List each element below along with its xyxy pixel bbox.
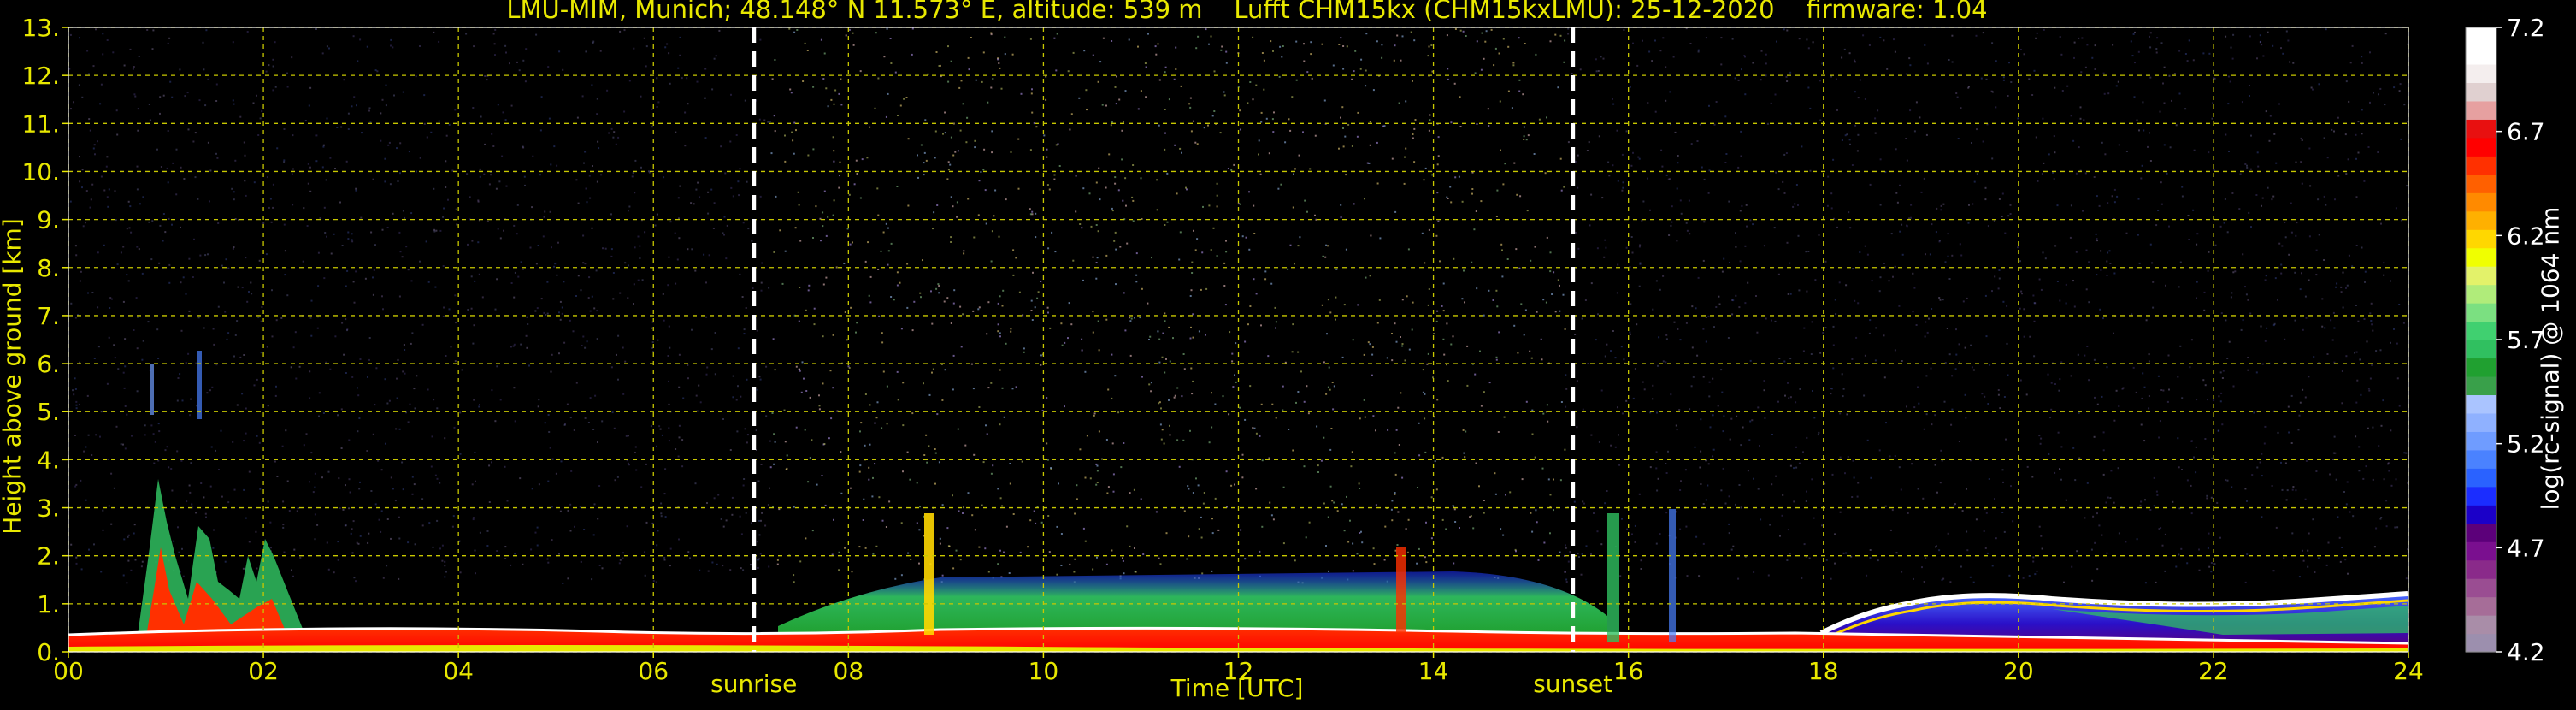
daytime-plume-0900 [924, 513, 934, 635]
colorbar-segment [2466, 82, 2496, 102]
evening-plume-1630 [1669, 509, 1676, 642]
colorbar-segment [2466, 449, 2496, 469]
colorbar-segment [2466, 523, 2496, 542]
colorbar-segment [2466, 45, 2496, 65]
y-tick-label: 4. [37, 446, 60, 474]
colorbar-segment [2466, 321, 2496, 340]
x-axis-label: Time [UTC] [1170, 674, 1304, 702]
x-tick-label: 24 [2393, 657, 2424, 685]
colorbar-segment [2466, 468, 2496, 488]
y-tick-label: 12. [21, 62, 60, 90]
y-tick-label: 2. [37, 542, 60, 571]
colorbar-segment [2466, 119, 2496, 139]
colorbar-tick-label: 7.2 [2507, 14, 2545, 42]
colorbar: 4.24.75.25.76.26.77.2 [2465, 14, 2545, 666]
colorbar-segment [2466, 247, 2496, 267]
colorbar-segment [2466, 559, 2496, 579]
colorbar-segment [2466, 303, 2496, 322]
y-tick-label: 10. [21, 157, 60, 186]
y-tick-label: 9. [37, 206, 60, 234]
chart-title: LMU-MIM, Munich; 48.148° N 11.573° E, al… [506, 0, 1988, 24]
colorbar-segment [2466, 431, 2496, 451]
colorbar-label: log(rc-signal) @ 1064 nm [2536, 206, 2565, 511]
colorbar-segment [2466, 266, 2496, 286]
colorbar-tick-label: 4.2 [2507, 638, 2545, 666]
y-tick-label: 7. [37, 302, 60, 330]
x-tick-label: 16 [1613, 657, 1644, 685]
colorbar-segment [2466, 578, 2496, 598]
evening-plume-1600 [1607, 513, 1619, 642]
colorbar-tick-label: 6.7 [2507, 118, 2545, 146]
plume-0140-high [197, 351, 202, 419]
x-tick-label: 06 [638, 657, 669, 685]
colorbar-tick-label: 4.7 [2507, 534, 2545, 562]
colorbar-segment [2466, 596, 2496, 616]
x-tick-label: 20 [2003, 657, 2034, 685]
colorbar-segment [2466, 174, 2496, 193]
colorbar-segment [2466, 284, 2496, 304]
x-tick-label: 18 [1808, 657, 1839, 685]
colorbar-segment [2466, 358, 2496, 377]
y-tick-label: 3. [37, 494, 60, 523]
y-tick-label: 5. [37, 398, 60, 426]
colorbar-segment [2466, 100, 2496, 120]
colorbar-segment [2466, 633, 2496, 653]
x-tick-label: 04 [443, 657, 474, 685]
x-tick-label: 10 [1029, 657, 1059, 685]
colorbar-segment [2466, 63, 2496, 84]
y-tick-label: 6. [37, 350, 60, 378]
colorbar-segment [2466, 156, 2496, 175]
colorbar-segment [2466, 615, 2496, 635]
event-label-sunrise: sunrise [710, 670, 798, 698]
x-tick-label: 08 [834, 657, 864, 685]
colorbar-segment [2466, 229, 2496, 249]
colorbar-segment [2466, 210, 2496, 230]
y-tick-label: 8. [37, 254, 60, 282]
x-tick-label: 14 [1418, 657, 1449, 685]
colorbar-segment [2466, 27, 2496, 47]
colorbar-segment [2466, 412, 2496, 432]
x-tick-label: 02 [248, 657, 279, 685]
y-axis-label: Height above ground [km] [0, 218, 27, 535]
colorbar-segment [2466, 137, 2496, 157]
colorbar-segment [2466, 486, 2496, 506]
y-tick-label: 0. [37, 638, 60, 666]
y-tick-label: 11. [21, 109, 60, 138]
colorbar-segment [2466, 394, 2496, 414]
plume-0050-high [150, 364, 154, 415]
colorbar-segment [2466, 541, 2496, 561]
colorbar-segment [2466, 340, 2496, 359]
colorbar-segment [2466, 192, 2496, 212]
daytime-plume-1345 [1396, 547, 1406, 633]
event-label-sunset: sunset [1533, 670, 1613, 698]
y-tick-label: 1. [37, 590, 60, 618]
x-tick-label: 22 [2198, 657, 2229, 685]
colorbar-segment [2466, 505, 2496, 524]
chart-svg: 00 02 04 06 08 10 12 14 16 18 20 22 240.1.2.3.4.5.6.… [21, 14, 2545, 685]
colorbar-segment [2466, 376, 2496, 396]
ceilometer-figure: LMU-MIM, Munich; 48.148° N 11.573° E, al… [0, 0, 2576, 707]
